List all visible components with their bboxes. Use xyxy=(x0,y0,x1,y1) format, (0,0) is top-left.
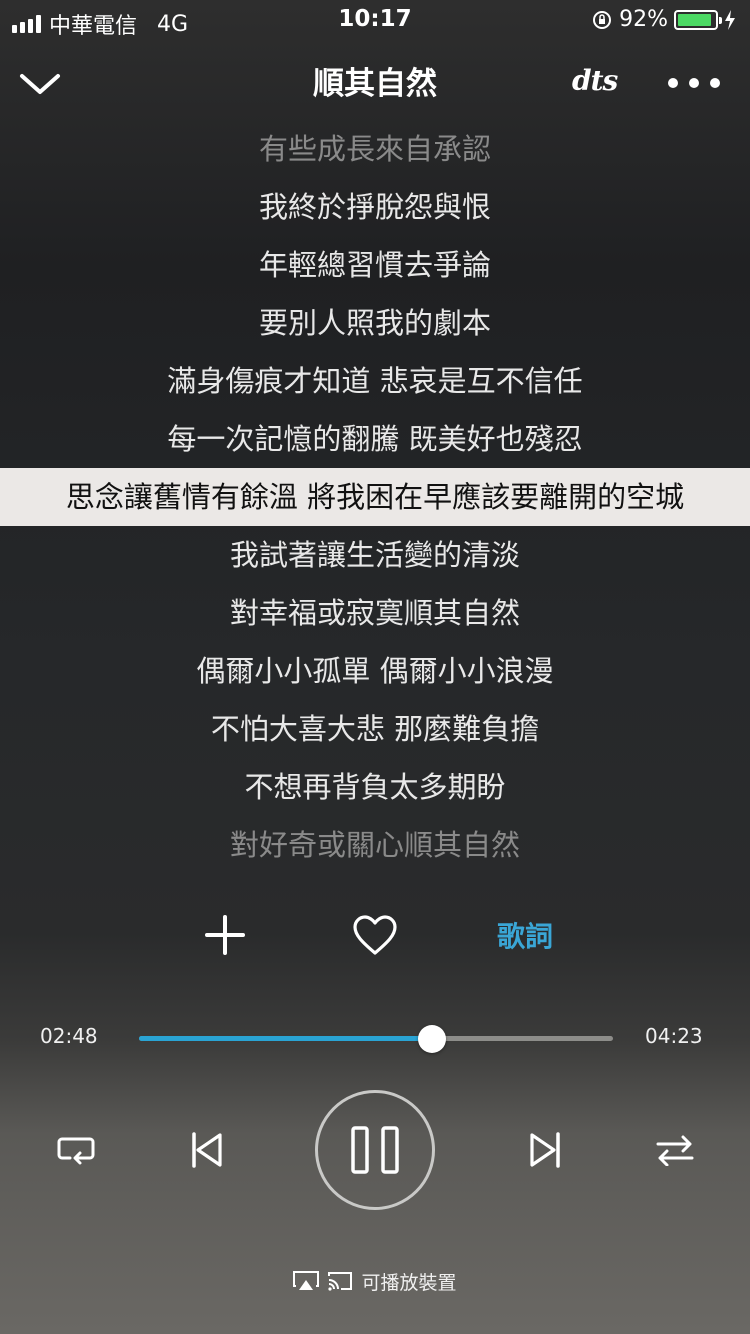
status-right: 92% xyxy=(591,7,736,32)
pause-button[interactable] xyxy=(315,1090,435,1210)
lyric-line[interactable]: 對幸福或寂寞順其自然 xyxy=(0,584,750,642)
lyric-line[interactable]: 每一次記憶的翻騰 既美好也殘忍 xyxy=(0,410,750,468)
total-duration: 04:23 xyxy=(645,1024,703,1048)
lyric-line[interactable]: 不怕大喜大悲 那麼難負擔 xyxy=(0,700,750,758)
repeat-icon xyxy=(57,1137,95,1165)
previous-button[interactable] xyxy=(182,1126,230,1174)
progress-slider[interactable] xyxy=(139,1025,613,1053)
current-lyric-line[interactable]: 思念讓舊情有餘溫 將我困在早應該要離開的空城 xyxy=(0,468,750,526)
progress-handle[interactable] xyxy=(418,1025,447,1053)
status-bar: 中華電信 4G 10:17 92% xyxy=(0,0,750,40)
playback-controls xyxy=(0,1090,750,1210)
next-button[interactable] xyxy=(522,1126,570,1174)
action-row: 歌詞 xyxy=(0,900,750,970)
lyrics-panel[interactable]: 有些成長來自承認 我終於掙脫怨與恨 年輕總習慣去爭論 要別人照我的劇本 滿身傷痕… xyxy=(0,120,750,880)
lyric-line[interactable]: 有些成長來自承認 xyxy=(0,120,750,178)
lyrics-tab[interactable]: 歌詞 xyxy=(480,900,570,970)
battery-percent: 92% xyxy=(619,7,668,32)
orientation-lock-icon xyxy=(593,10,612,29)
more-options-button[interactable] xyxy=(668,68,720,98)
lyric-line[interactable]: 滿身傷痕才知道 悲哀是互不信任 xyxy=(0,352,750,410)
lyric-line[interactable]: 我試著讓生活變的清淡 xyxy=(0,526,750,584)
battery-fill xyxy=(678,13,712,26)
shuffle-icon xyxy=(656,1135,694,1166)
shuffle-button[interactable] xyxy=(650,1126,700,1174)
lyric-line[interactable]: 對好奇或關心順其自然 xyxy=(0,816,750,874)
playback-device-button[interactable]: 可播放裝置 xyxy=(0,1266,750,1296)
battery-icon xyxy=(674,9,722,30)
elapsed-time: 02:48 xyxy=(40,1024,98,1048)
song-title: 順其自然 xyxy=(313,66,437,102)
playback-device-label: 可播放裝置 xyxy=(361,1271,457,1294)
next-icon xyxy=(530,1132,560,1168)
more-dot-icon xyxy=(689,78,699,88)
more-dot-icon xyxy=(668,78,678,88)
previous-icon xyxy=(192,1132,222,1168)
playback-progress: 02:48 04:23 xyxy=(0,1018,750,1058)
lyric-line[interactable]: 不想再背負太多期盼 xyxy=(0,758,750,816)
more-dot-icon xyxy=(710,78,720,88)
navigation-bar: 順其自然 dts xyxy=(0,50,750,114)
progress-fill xyxy=(139,1036,433,1041)
add-to-playlist-button[interactable] xyxy=(195,900,255,970)
plus-icon xyxy=(205,915,245,955)
pause-icon xyxy=(351,1126,399,1174)
dts-button[interactable]: dts xyxy=(572,64,618,97)
lyric-line[interactable]: 偶爾小小孤單 偶爾小小浪漫 xyxy=(0,642,750,700)
favorite-button[interactable] xyxy=(345,900,405,970)
airplay-icon xyxy=(293,1271,320,1290)
lyric-line[interactable]: 年輕總習慣去爭論 xyxy=(0,236,750,294)
lyric-line[interactable]: 要別人照我的劇本 xyxy=(0,294,750,352)
lyric-line[interactable]: 我終於掙脫怨與恨 xyxy=(0,178,750,236)
charging-icon xyxy=(725,9,735,30)
heart-icon xyxy=(353,915,397,955)
cast-icon xyxy=(328,1272,353,1291)
repeat-button[interactable] xyxy=(50,1126,102,1174)
